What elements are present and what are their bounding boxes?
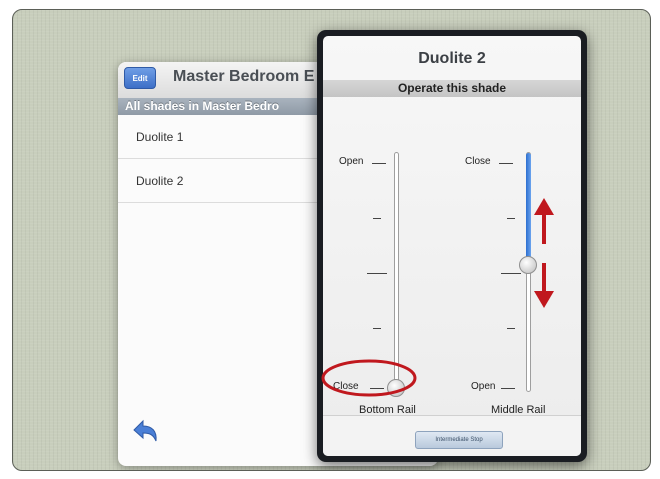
bottom-rail-track[interactable] [394,152,399,392]
popup-subtitle: Operate this shade [323,80,581,97]
popup-footer: Intermediate Stop [323,415,581,456]
bottom-rail-knob[interactable] [387,379,405,397]
middle-rail-knob[interactable] [519,256,537,274]
popup-body: Duolite 2 Operate this shade Open Close … [323,36,581,456]
tick-mark [372,163,386,164]
screen-frame: Edit Master Bedroom E All shades in Mast… [12,9,651,471]
popup-title: Duolite 2 [418,50,486,67]
tick-mark [370,388,384,389]
middle-rail-close-label: Close [465,156,491,167]
middle-rail-fill [526,153,531,273]
bottom-rail-open-label: Open [339,156,364,167]
tick-mark [373,328,381,329]
tick-mark [507,218,515,219]
tick-mark [501,273,521,274]
bottom-rail-close-label: Close [333,381,359,392]
edit-button[interactable]: Edit [124,67,156,89]
tick-mark [373,218,381,219]
tick-mark [507,328,515,329]
intermediate-stop-button[interactable]: Intermediate Stop [415,431,503,449]
tick-mark [501,388,515,389]
shade-control-popup: Duolite 2 Operate this shade Open Close … [317,30,587,462]
list-title: Master Bedroom E [173,68,315,85]
tick-mark [367,273,387,274]
tick-mark [499,163,513,164]
back-arrow-icon[interactable] [130,418,160,444]
middle-rail-open-label: Open [471,381,496,392]
